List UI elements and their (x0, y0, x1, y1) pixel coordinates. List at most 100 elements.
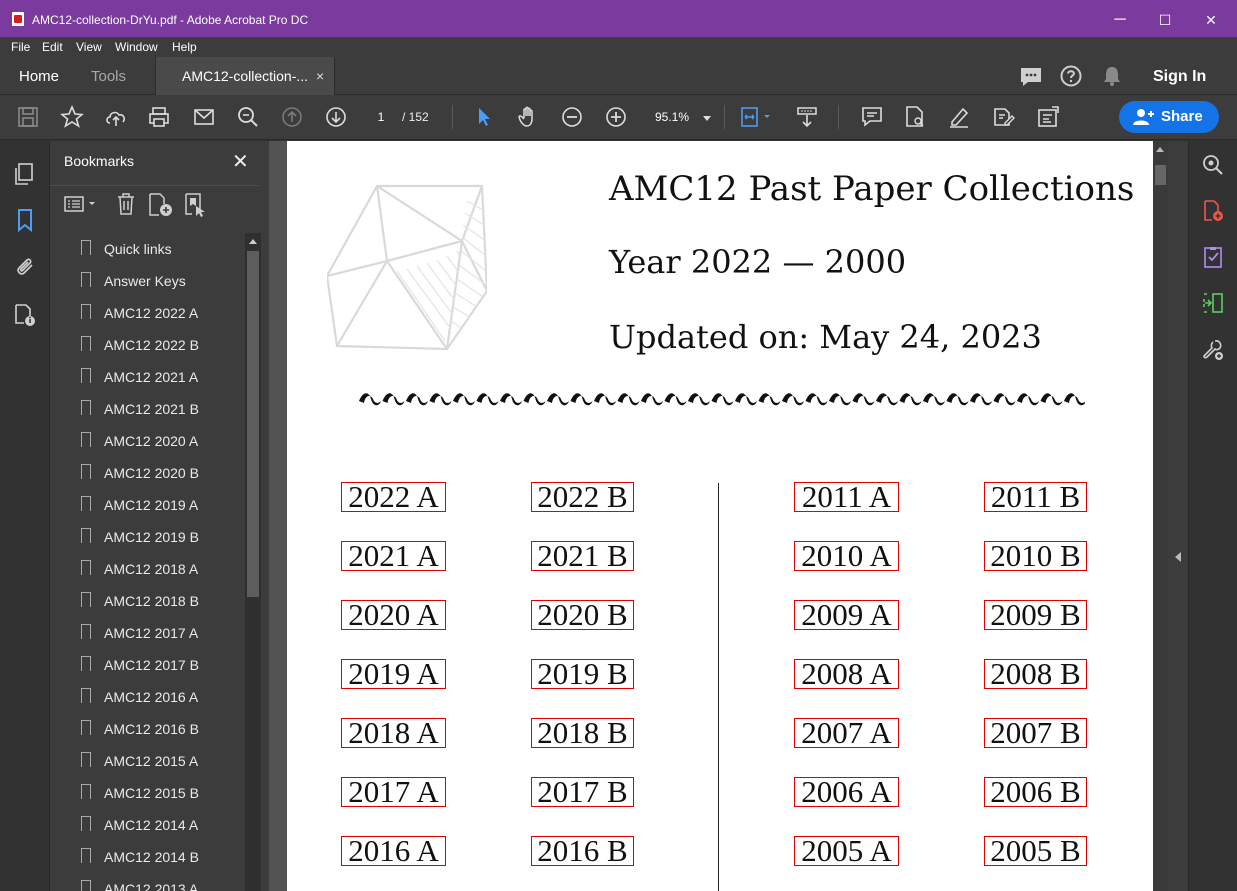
organize-pages-icon[interactable] (1201, 291, 1225, 315)
year-link[interactable]: 2009 B (984, 599, 1087, 630)
year-link[interactable]: 2022 B (531, 481, 634, 512)
close-window-button[interactable]: ✕ (1196, 8, 1226, 32)
hand-tool-icon[interactable] (516, 105, 540, 129)
scroll-up-arrow-icon[interactable] (1156, 147, 1164, 152)
page-thumbnails-icon[interactable] (13, 162, 37, 186)
find-zoom-search-icon[interactable] (236, 105, 260, 129)
comment-icon[interactable] (1019, 66, 1043, 88)
delete-bookmark-trash-icon[interactable] (116, 192, 136, 216)
year-link[interactable]: 2020 B (531, 599, 634, 630)
tab-home[interactable]: Home (19, 68, 59, 85)
print-icon[interactable] (147, 105, 171, 129)
year-link[interactable]: 2017 B (531, 776, 634, 807)
zoom-in-icon[interactable] (604, 105, 628, 129)
bookmark-item[interactable]: AMC12 2017 A (64, 617, 244, 649)
bookmark-from-selection-icon[interactable] (184, 192, 208, 218)
search-zoom-icon[interactable] (1201, 153, 1225, 177)
form-fields-icon[interactable] (1036, 105, 1060, 129)
bookmarks-scrollbar[interactable] (245, 233, 261, 891)
help-icon[interactable] (1060, 65, 1082, 87)
year-link[interactable]: 2008 B (984, 658, 1087, 689)
menu-window[interactable]: Window (115, 40, 158, 54)
maximize-button[interactable]: ☐ (1150, 8, 1180, 32)
tab-tools[interactable]: Tools (91, 68, 126, 85)
bookmark-item[interactable]: AMC12 2018 A (64, 553, 244, 585)
bookmark-item[interactable]: AMC12 2019 A (64, 489, 244, 521)
sign-in-link[interactable]: Sign In (1153, 68, 1206, 86)
bookmark-item[interactable]: AMC12 2021 B (64, 393, 244, 425)
bookmark-item[interactable]: AMC12 2013 A (64, 873, 244, 891)
document-properties-icon[interactable] (13, 303, 37, 327)
bookmark-item[interactable]: AMC12 2020 A (64, 425, 244, 457)
scroll-mode-icon[interactable] (795, 105, 819, 129)
edit-document-icon[interactable] (991, 105, 1015, 129)
zoom-out-icon[interactable] (560, 105, 584, 129)
cloud-upload-icon[interactable] (104, 105, 128, 129)
bookmark-item[interactable]: AMC12 2014 A (64, 809, 244, 841)
year-link[interactable]: 2021 A (341, 540, 446, 571)
document-scrollbar[interactable] (1153, 141, 1168, 891)
year-link[interactable]: 2019 A (341, 658, 446, 689)
tab-document[interactable]: AMC12-collection-... × (155, 57, 335, 95)
year-link[interactable]: 2007 A (794, 717, 899, 748)
scrollbar-thumb[interactable] (247, 251, 259, 597)
year-link[interactable]: 2020 A (341, 599, 446, 630)
save-icon[interactable] (16, 105, 40, 129)
year-link[interactable]: 2007 B (984, 717, 1087, 748)
year-link[interactable]: 2018 B (531, 717, 634, 748)
menu-file[interactable]: File (11, 40, 30, 54)
bookmark-item[interactable]: AMC12 2015 B (64, 777, 244, 809)
comment-tool-icon[interactable] (860, 105, 884, 129)
bookmarks-panel-icon[interactable] (13, 208, 37, 232)
create-pdf-icon[interactable] (1201, 199, 1225, 223)
star-bookmark-icon[interactable] (59, 104, 85, 129)
close-tab-button[interactable]: × (316, 68, 324, 84)
scroll-up-arrow-icon[interactable] (249, 239, 257, 244)
new-bookmark-icon[interactable] (148, 192, 174, 218)
attachment-paperclip-icon[interactable] (13, 254, 37, 278)
bookmark-item[interactable]: AMC12 2022 B (64, 329, 244, 361)
menu-help[interactable]: Help (172, 40, 197, 54)
minimize-button[interactable]: ─ (1105, 8, 1135, 32)
year-link[interactable]: 2010 B (984, 540, 1087, 571)
menu-view[interactable]: View (76, 40, 102, 54)
menu-edit[interactable]: Edit (42, 40, 63, 54)
year-link[interactable]: 2017 A (341, 776, 446, 807)
year-link[interactable]: 2016 B (531, 835, 634, 866)
previous-page-icon[interactable] (280, 105, 304, 129)
bookmark-item[interactable]: AMC12 2016 B (64, 713, 244, 745)
share-button[interactable]: Share (1119, 101, 1219, 133)
select-cursor-icon[interactable] (472, 105, 496, 129)
scrollbar-thumb[interactable] (1155, 165, 1166, 185)
close-bookmarks-button[interactable]: ✕ (232, 149, 249, 174)
email-icon[interactable] (192, 105, 216, 129)
fit-page-icon[interactable] (740, 105, 774, 129)
bookmark-item[interactable]: Answer Keys (64, 265, 244, 297)
next-page-icon[interactable] (324, 105, 348, 129)
bookmark-item[interactable]: AMC12 2016 A (64, 681, 244, 713)
year-link[interactable]: 2011 B (984, 481, 1087, 512)
year-link[interactable]: 2022 A (341, 481, 446, 512)
year-link[interactable]: 2008 A (794, 658, 899, 689)
year-link[interactable]: 2019 B (531, 658, 634, 689)
year-link[interactable]: 2010 A (794, 540, 899, 571)
zoom-level-dropdown[interactable]: 95.1% (647, 106, 717, 128)
bookmark-item[interactable]: AMC12 2017 B (64, 649, 244, 681)
year-link[interactable]: 2006 A (794, 776, 899, 807)
year-link[interactable]: 2011 A (794, 481, 899, 512)
year-link[interactable]: 2006 B (984, 776, 1087, 807)
fill-sign-doc-icon[interactable] (903, 105, 927, 129)
year-link[interactable]: 2005 A (794, 835, 899, 866)
highlight-pen-icon[interactable] (947, 105, 971, 129)
notification-bell-icon[interactable] (1102, 65, 1122, 87)
year-link[interactable]: 2018 A (341, 717, 446, 748)
year-link[interactable]: 2016 A (341, 835, 446, 866)
bookmark-item[interactable]: Quick links (64, 233, 244, 265)
page-number-input[interactable] (366, 106, 396, 128)
bookmark-item[interactable]: AMC12 2018 B (64, 585, 244, 617)
bookmark-item[interactable]: AMC12 2014 B (64, 841, 244, 873)
bookmark-options-menu-icon[interactable] (64, 194, 100, 214)
fill-and-sign-icon[interactable] (1201, 245, 1225, 269)
year-link[interactable]: 2005 B (984, 835, 1087, 866)
more-tools-wrench-icon[interactable] (1201, 338, 1225, 362)
